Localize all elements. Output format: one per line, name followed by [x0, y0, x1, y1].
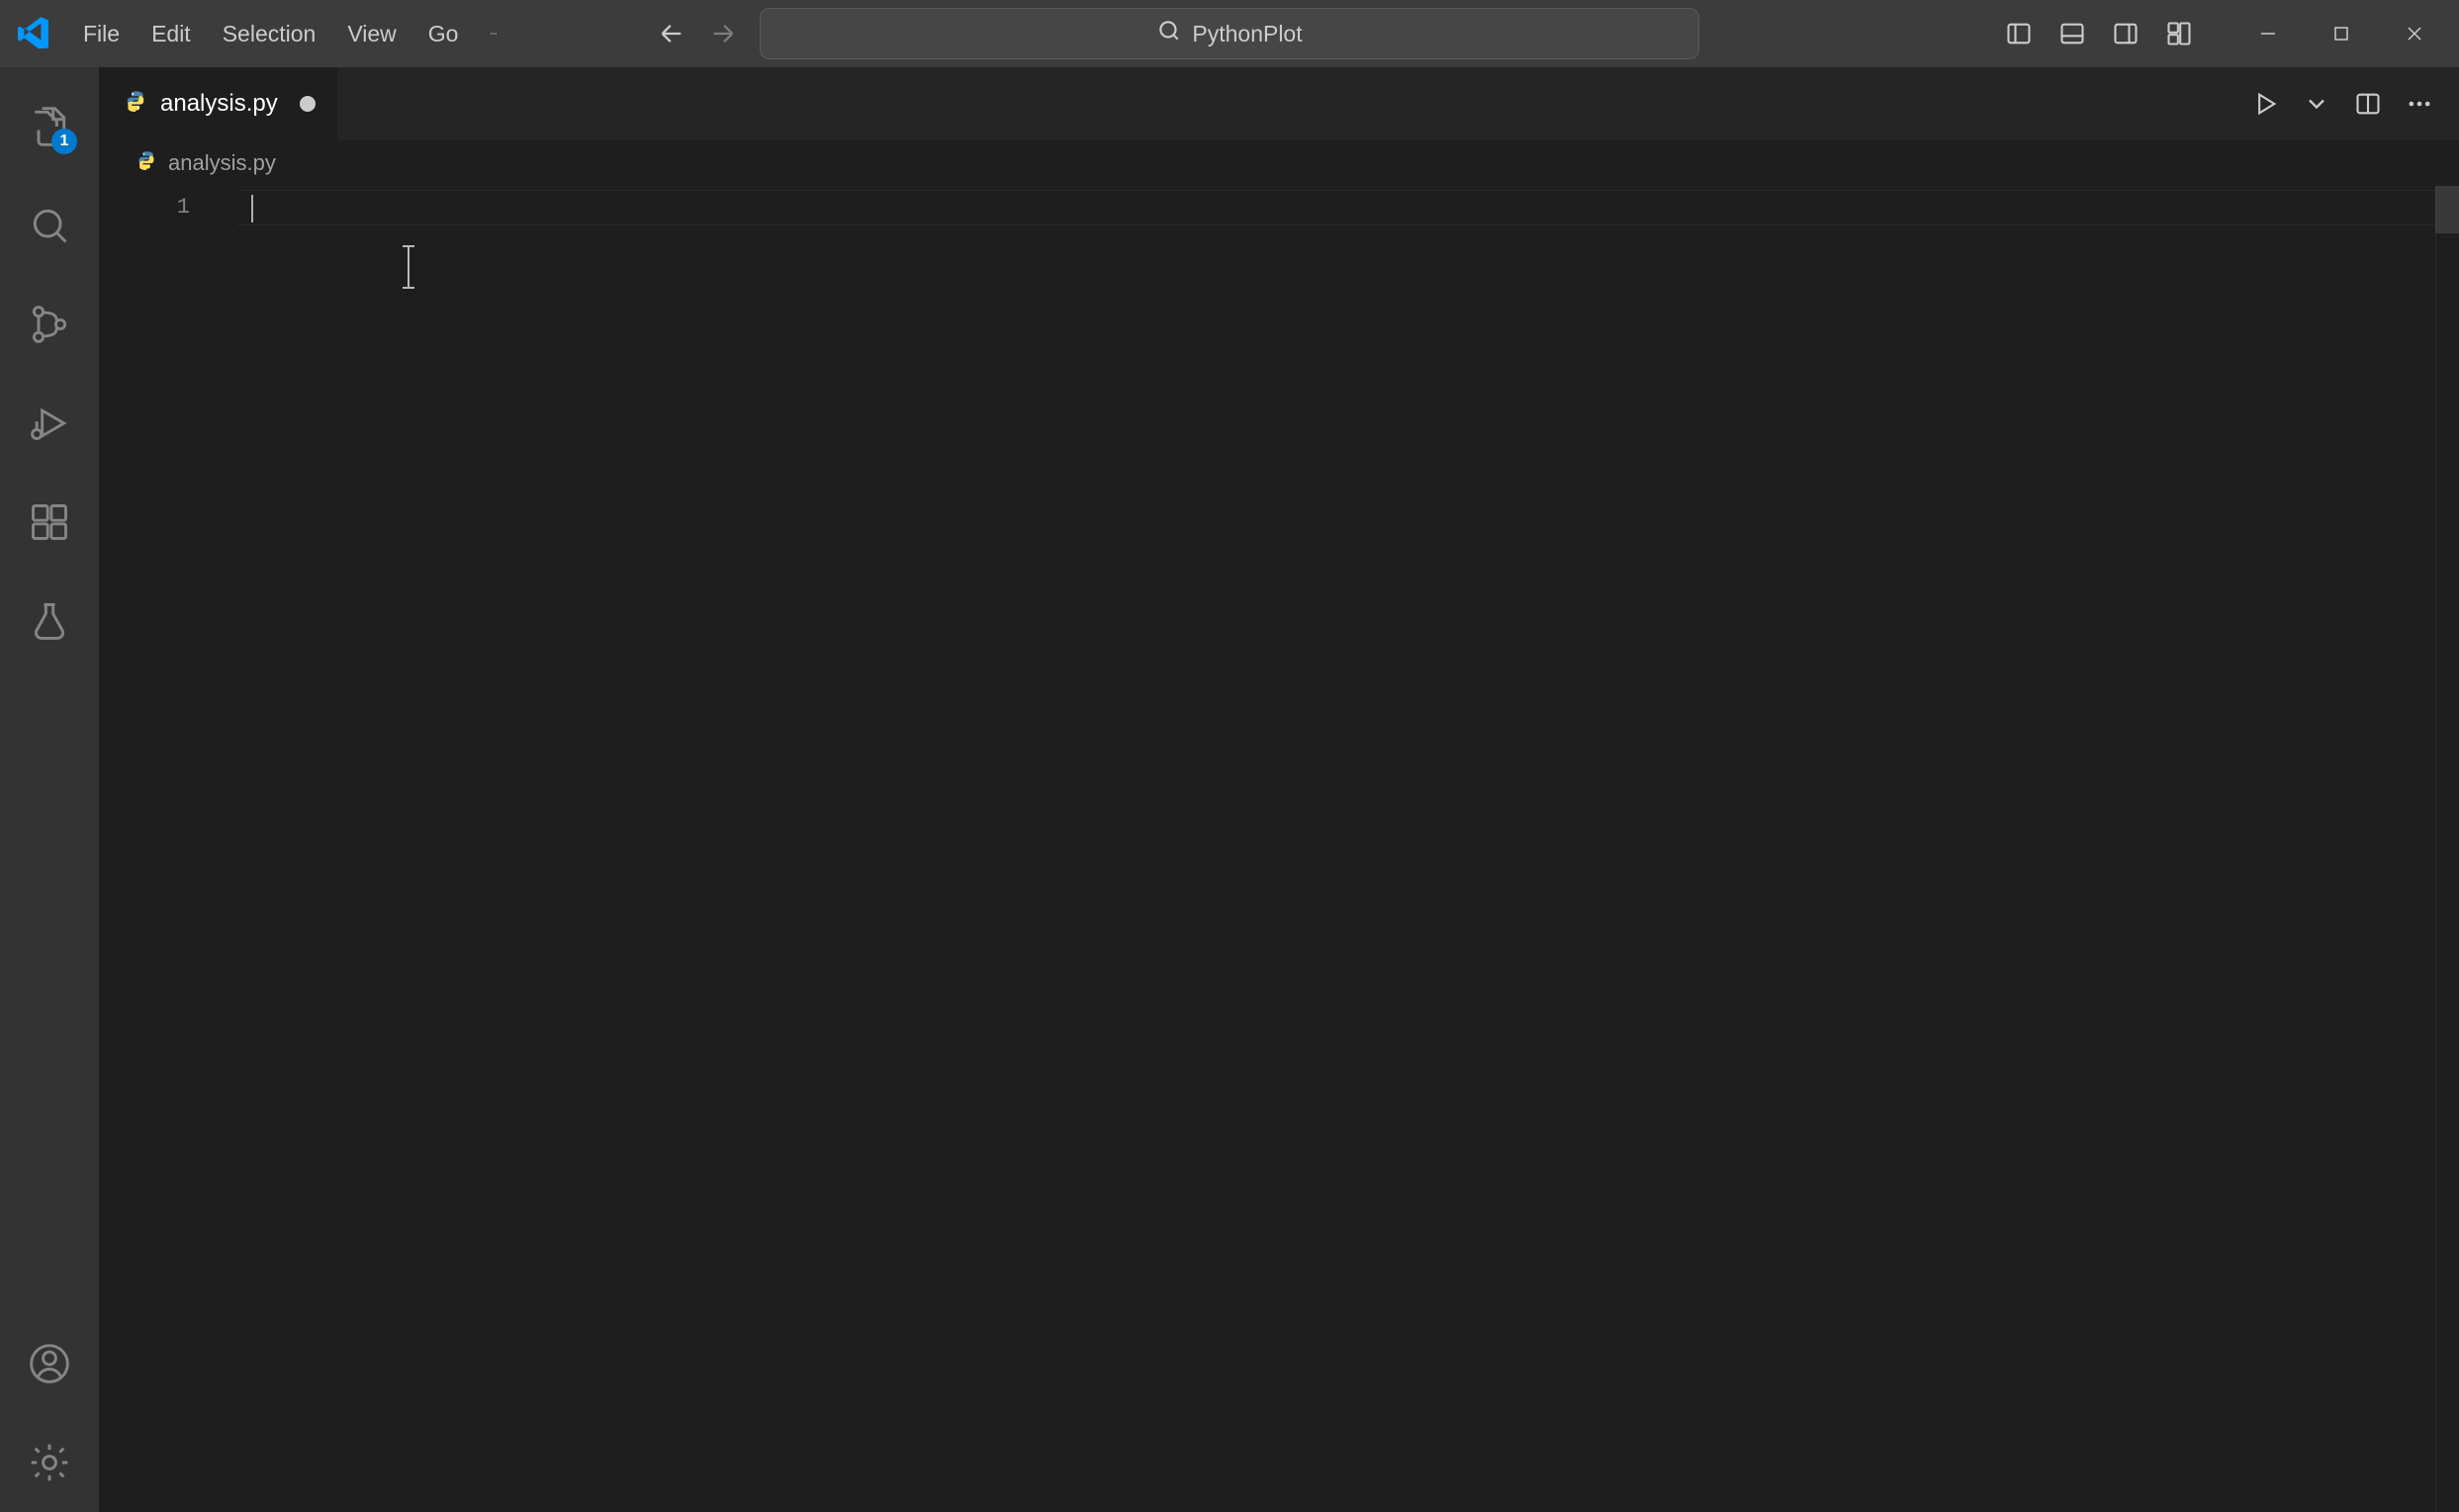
activity-explorer[interactable]: 1	[0, 77, 99, 176]
window-close[interactable]	[2378, 0, 2451, 67]
python-file-icon	[137, 150, 156, 176]
overview-ruler[interactable]	[2435, 186, 2459, 1512]
code-area[interactable]	[237, 186, 2459, 1512]
python-file-icon	[125, 90, 146, 119]
line-number-gutter: 1	[99, 186, 237, 1512]
text-caret	[251, 195, 253, 222]
window-minimize[interactable]	[2231, 0, 2305, 67]
customize-layout-icon[interactable]	[2158, 13, 2200, 54]
scrollbar-slider[interactable]	[2435, 186, 2459, 233]
window-controls	[2231, 0, 2451, 67]
activity-testing[interactable]	[0, 572, 99, 670]
editor[interactable]: 1	[99, 186, 2459, 1512]
command-center-search[interactable]: PythonPlot	[760, 8, 1699, 59]
activity-extensions[interactable]	[0, 473, 99, 572]
activity-accounts[interactable]	[0, 1314, 99, 1413]
menu-selection[interactable]: Selection	[207, 0, 332, 67]
run-python-file-button[interactable]	[2241, 80, 2289, 128]
breadcrumb[interactable]: analysis.py	[99, 140, 2459, 186]
toggle-secondary-sidebar-icon[interactable]	[2105, 13, 2146, 54]
editor-more-actions[interactable]	[2396, 80, 2443, 128]
activity-source-control[interactable]	[0, 275, 99, 374]
editor-tabs: analysis.py	[99, 67, 2459, 140]
title-right-group	[1998, 0, 2459, 67]
command-center-text: PythonPlot	[1192, 21, 1302, 47]
tab-analysis-py[interactable]: analysis.py	[99, 67, 338, 140]
menu-view[interactable]: View	[331, 0, 411, 67]
vscode-app-icon	[0, 15, 67, 53]
toggle-panel-icon[interactable]	[2051, 13, 2093, 54]
run-dropdown-button[interactable]	[2293, 80, 2340, 128]
menu-go[interactable]: Go	[412, 0, 475, 67]
menu-overflow[interactable]	[474, 0, 513, 67]
toggle-primary-sidebar-icon[interactable]	[1998, 13, 2040, 54]
explorer-badge: 1	[51, 129, 77, 154]
editor-group: analysis.py	[99, 67, 2459, 1512]
editor-actions	[2241, 67, 2459, 140]
activity-settings[interactable]	[0, 1413, 99, 1512]
split-editor-button[interactable]	[2344, 80, 2392, 128]
activity-run-and-debug[interactable]	[0, 374, 99, 473]
tab-filename: analysis.py	[160, 90, 278, 118]
search-icon	[1156, 18, 1182, 49]
line-number: 1	[99, 190, 237, 225]
title-bar: File Edit Selection View Go PythonPlot	[0, 0, 2459, 67]
window-maximize[interactable]	[2305, 0, 2378, 67]
activity-search[interactable]	[0, 176, 99, 275]
current-line-highlight	[237, 190, 2459, 225]
nav-arrows	[652, 14, 743, 53]
activity-bar: 1	[0, 67, 99, 1512]
mouse-ibeam-cursor-icon	[408, 245, 410, 289]
menu-edit[interactable]: Edit	[136, 0, 207, 67]
nav-back[interactable]	[652, 14, 691, 53]
menu-bar: File Edit Selection View Go	[67, 0, 513, 67]
tab-dirty-indicator-icon[interactable]	[300, 96, 316, 112]
menu-file[interactable]: File	[67, 0, 136, 67]
breadcrumb-filename: analysis.py	[168, 150, 276, 176]
nav-forward[interactable]	[703, 14, 743, 53]
